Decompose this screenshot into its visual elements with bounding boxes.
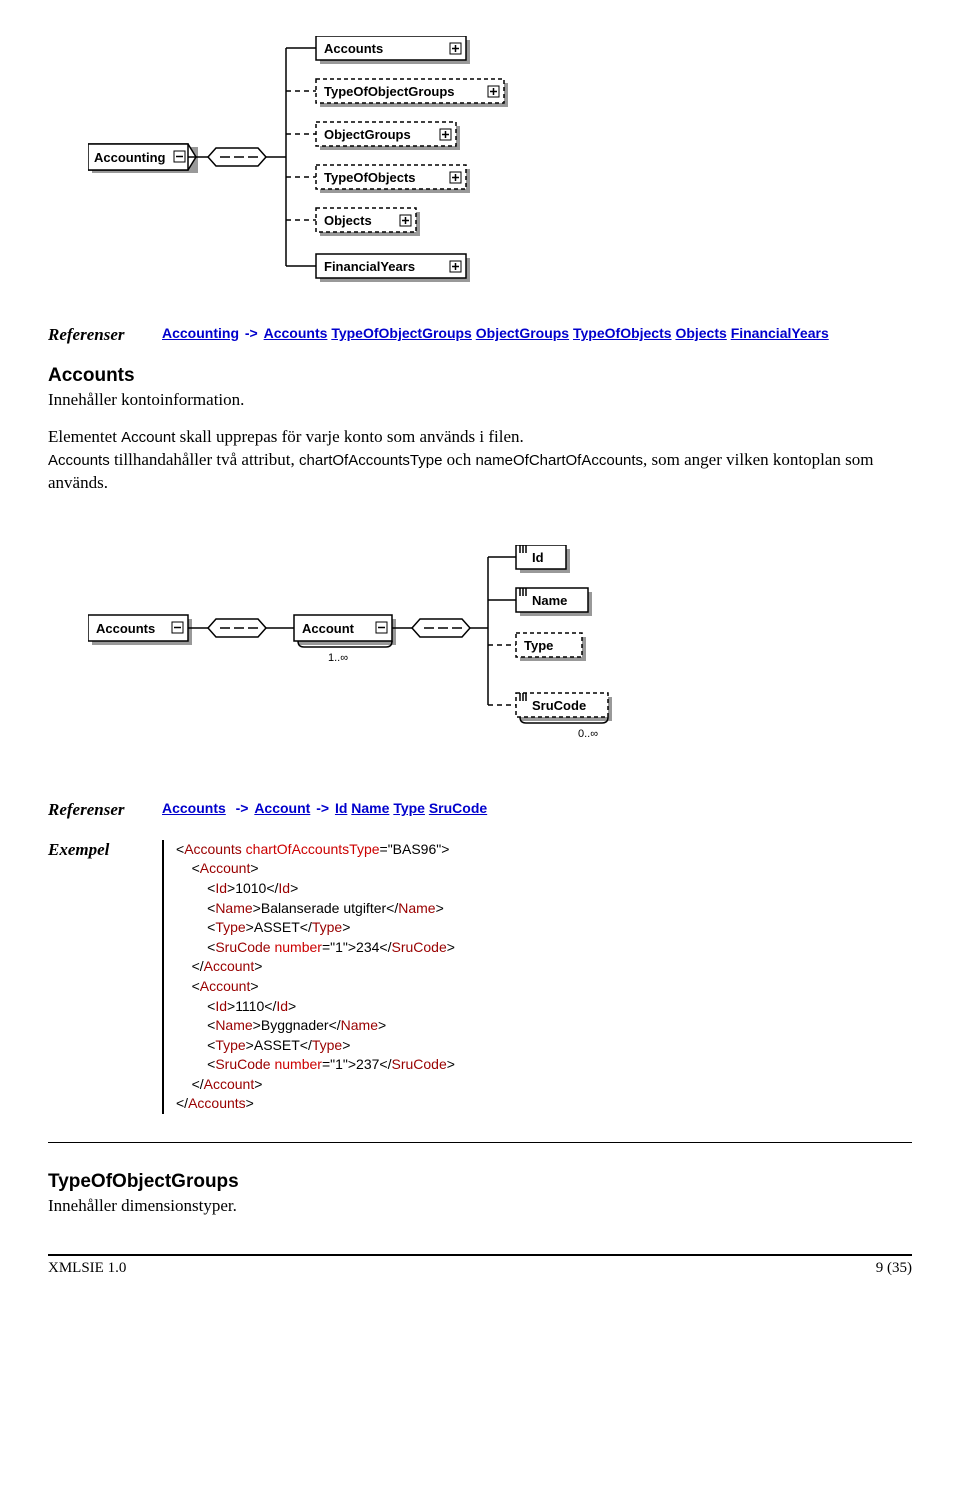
xml-example: <Accounts chartOfAccountsType="BAS96"> <… bbox=[162, 840, 455, 1114]
svg-text:Type: Type bbox=[524, 638, 553, 653]
link-objectgroups[interactable]: ObjectGroups bbox=[476, 325, 569, 341]
page-footer: XMLSIE 1.0 9 (35) bbox=[48, 1260, 912, 1277]
svg-text:ObjectGroups: ObjectGroups bbox=[324, 127, 411, 142]
svg-text:Accounts: Accounts bbox=[324, 41, 383, 56]
svg-text:FinancialYears: FinancialYears bbox=[324, 259, 415, 274]
link-type[interactable]: Type bbox=[393, 800, 425, 816]
schema-diagram-accounting: Accounting Accounts TypeOfObjectGroups O… bbox=[88, 36, 912, 301]
link-account-2[interactable]: Account bbox=[254, 800, 310, 816]
link-accounts-2[interactable]: Accounts bbox=[162, 800, 226, 816]
referenser-row-2: Referenser Accounts -> Account -> Id Nam… bbox=[48, 800, 912, 820]
schema-diagram-accounts: Accounts Account 1..∞ Id Name Type SruCo… bbox=[88, 545, 912, 750]
link-accounting[interactable]: Accounting bbox=[162, 325, 239, 341]
svg-text:TypeOfObjects: TypeOfObjects bbox=[324, 170, 416, 185]
link-accounts[interactable]: Accounts bbox=[264, 325, 328, 341]
exempel-row: Exempel <Accounts chartOfAccountsType="B… bbox=[48, 840, 912, 1114]
footer-right: 9 (35) bbox=[876, 1260, 912, 1277]
referenser-row-1: Referenser Accounting -> Accounts TypeOf… bbox=[48, 325, 912, 345]
link-id[interactable]: Id bbox=[335, 800, 347, 816]
toog-heading: TypeOfObjectGroups bbox=[48, 1171, 912, 1193]
link-financialyears[interactable]: FinancialYears bbox=[731, 325, 829, 341]
referenser-label: Referenser bbox=[48, 325, 158, 345]
svg-text:0..∞: 0..∞ bbox=[578, 728, 598, 740]
link-srucode[interactable]: SruCode bbox=[429, 800, 487, 816]
referenser-links-2: Accounts -> Account -> Id Name Type SruC… bbox=[162, 800, 487, 816]
link-name[interactable]: Name bbox=[351, 800, 389, 816]
svg-text:Name: Name bbox=[532, 593, 567, 608]
svg-text:Accounts: Accounts bbox=[96, 621, 155, 636]
referenser-label-2: Referenser bbox=[48, 800, 158, 820]
referenser-links-1: Accounting -> Accounts TypeOfObjectGroup… bbox=[162, 325, 829, 341]
accounts-para: Elementet Account skall upprepas för var… bbox=[48, 426, 912, 495]
link-typeofobjects[interactable]: TypeOfObjects bbox=[573, 325, 672, 341]
toog-subtitle: Innehåller dimensionstyper. bbox=[48, 1195, 912, 1218]
accounts-heading: Accounts bbox=[48, 365, 912, 387]
svg-text:TypeOfObjectGroups: TypeOfObjectGroups bbox=[324, 84, 455, 99]
accounts-subtitle: Innehåller kontoinformation. bbox=[48, 389, 912, 412]
link-typeofobjectgroups[interactable]: TypeOfObjectGroups bbox=[331, 325, 472, 341]
diagram1-root: Accounting bbox=[94, 150, 166, 165]
svg-text:Account: Account bbox=[302, 621, 355, 636]
exempel-label: Exempel bbox=[48, 840, 158, 860]
svg-text:Objects: Objects bbox=[324, 213, 372, 228]
svg-text:SruCode: SruCode bbox=[532, 698, 586, 713]
footer-left: XMLSIE 1.0 bbox=[48, 1260, 126, 1277]
link-objects[interactable]: Objects bbox=[675, 325, 726, 341]
svg-text:Id: Id bbox=[532, 550, 544, 565]
svg-text:1..∞: 1..∞ bbox=[328, 652, 348, 664]
